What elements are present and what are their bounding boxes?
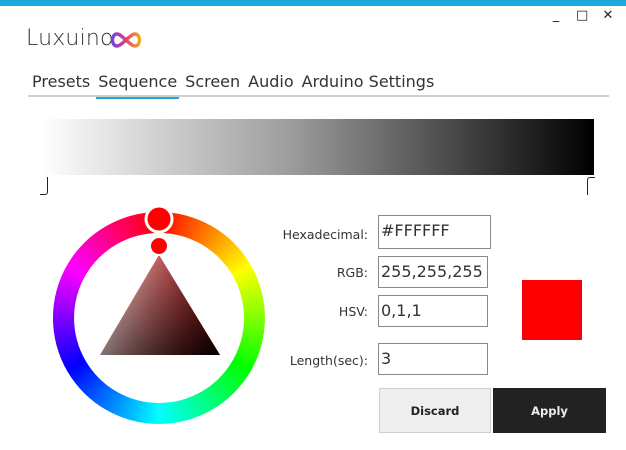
infinity-logo-icon bbox=[110, 32, 142, 48]
sequence-gradient-bar[interactable] bbox=[40, 119, 594, 175]
color-wheel[interactable] bbox=[48, 207, 270, 431]
apply-button[interactable]: Apply bbox=[493, 388, 606, 433]
close-button[interactable]: ✕ bbox=[602, 8, 614, 23]
window-accent-bar bbox=[0, 0, 626, 6]
maximize-button[interactable]: □ bbox=[576, 8, 588, 23]
app-title: Luxuino bbox=[26, 26, 114, 51]
length-input[interactable]: 3 bbox=[378, 343, 488, 375]
rgb-label: RGB: bbox=[336, 265, 368, 280]
tab-presets[interactable]: Presets bbox=[30, 72, 92, 96]
tab-underline bbox=[28, 95, 609, 97]
window-controls: _ □ ✕ bbox=[550, 8, 614, 23]
tab-audio[interactable]: Audio bbox=[246, 72, 295, 96]
hex-label: Hexadecimal: bbox=[282, 227, 368, 242]
tab-screen[interactable]: Screen bbox=[183, 72, 242, 96]
hsv-input[interactable]: 0,1,1 bbox=[378, 295, 488, 327]
length-label: Length(sec): bbox=[289, 353, 368, 368]
discard-button[interactable]: Discard bbox=[379, 388, 491, 433]
hex-input[interactable]: #FFFFFF bbox=[378, 215, 491, 249]
rgb-input[interactable]: 255,255,255 bbox=[378, 256, 488, 288]
minimize-button[interactable]: _ bbox=[550, 8, 562, 23]
hsv-label: HSV: bbox=[338, 304, 368, 319]
hue-selector-handle[interactable] bbox=[144, 207, 174, 234]
triangle-black-layer bbox=[100, 255, 220, 355]
tab-arduino-settings[interactable]: Arduino Settings bbox=[300, 72, 437, 96]
gradient-stop-handle-right[interactable] bbox=[587, 177, 595, 195]
gradient-stop-handle-left[interactable] bbox=[40, 177, 48, 195]
selected-color-swatch bbox=[522, 280, 582, 340]
saturation-selector-handle[interactable] bbox=[149, 236, 169, 256]
